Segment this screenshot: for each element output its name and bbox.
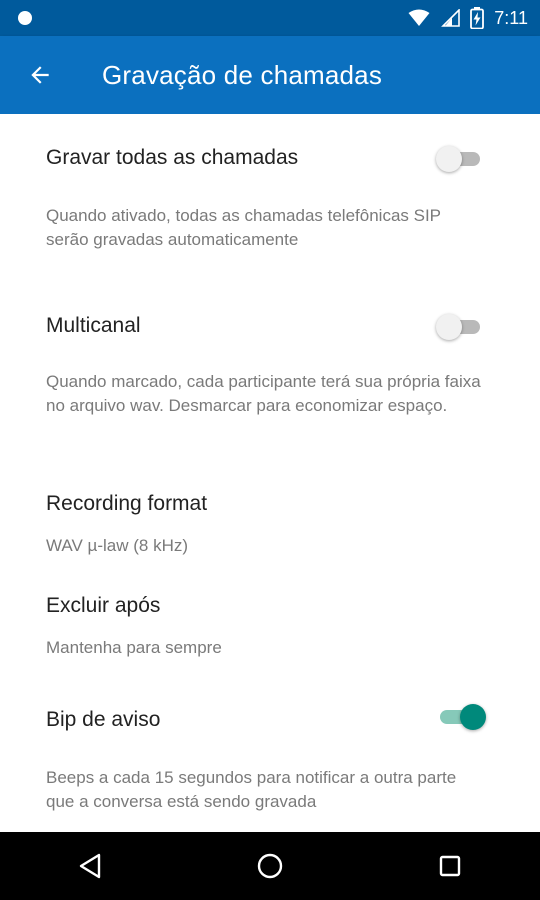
recents-square-icon xyxy=(439,855,461,877)
nav-back-button[interactable] xyxy=(50,832,130,900)
record-all-toggle[interactable] xyxy=(436,146,484,172)
signal-icon xyxy=(441,9,461,27)
status-right: 7:11 xyxy=(408,7,528,29)
app-bar: Gravação de chamadas xyxy=(0,36,540,114)
setting-gravar-todas[interactable]: Gravar todas as chamadas Quando ativado,… xyxy=(0,114,540,274)
wifi-icon xyxy=(408,9,430,26)
warning-beep-toggle[interactable] xyxy=(436,704,486,730)
setting-title: Multicanal xyxy=(46,314,141,337)
setting-multicanal[interactable]: Multicanal Quando marcado, cada particip… xyxy=(0,282,540,452)
back-triangle-icon xyxy=(79,853,101,879)
multichannel-toggle[interactable] xyxy=(436,314,484,340)
battery-charging-icon xyxy=(470,7,485,29)
status-time: 7:11 xyxy=(494,7,528,28)
toggle-thumb xyxy=(436,314,462,340)
nav-home-button[interactable] xyxy=(230,832,310,900)
status-bar: 7:11 xyxy=(0,0,540,36)
setting-title: Recording format xyxy=(46,492,208,515)
page-title: Gravação de chamadas xyxy=(102,59,383,90)
setting-title: Gravar todas as chamadas xyxy=(46,146,299,169)
home-circle-icon xyxy=(257,853,283,879)
setting-summary: Beeps a cada 15 segundos para notificar … xyxy=(46,768,457,811)
setting-summary: Quando marcado, cada participante terá s… xyxy=(46,372,481,415)
arrow-back-icon xyxy=(31,66,49,84)
status-left xyxy=(12,11,408,25)
settings-list: Gravar todas as chamadas Quando ativado,… xyxy=(0,114,540,832)
nav-recents-button[interactable] xyxy=(410,832,490,900)
toggle-thumb xyxy=(460,704,486,730)
setting-excluir-apos[interactable]: Excluir após Mantenha para sempre xyxy=(0,584,540,684)
setting-title: Bip de aviso xyxy=(46,708,161,731)
setting-summary: WAV µ-law (8 kHz) xyxy=(46,536,189,555)
notification-dot-icon xyxy=(18,11,32,25)
navigation-bar xyxy=(0,832,540,900)
setting-bip-de-aviso[interactable]: Bip de aviso Beeps a cada 15 segundos pa… xyxy=(0,688,540,832)
setting-summary: Quando ativado, todas as chamadas telefô… xyxy=(46,206,441,249)
back-button[interactable] xyxy=(0,36,80,114)
setting-title: Excluir após xyxy=(46,594,161,617)
setting-recording-format[interactable]: Recording format WAV µ-law (8 kHz) xyxy=(0,482,540,582)
toggle-thumb xyxy=(436,146,462,172)
setting-summary: Mantenha para sempre xyxy=(46,638,222,657)
